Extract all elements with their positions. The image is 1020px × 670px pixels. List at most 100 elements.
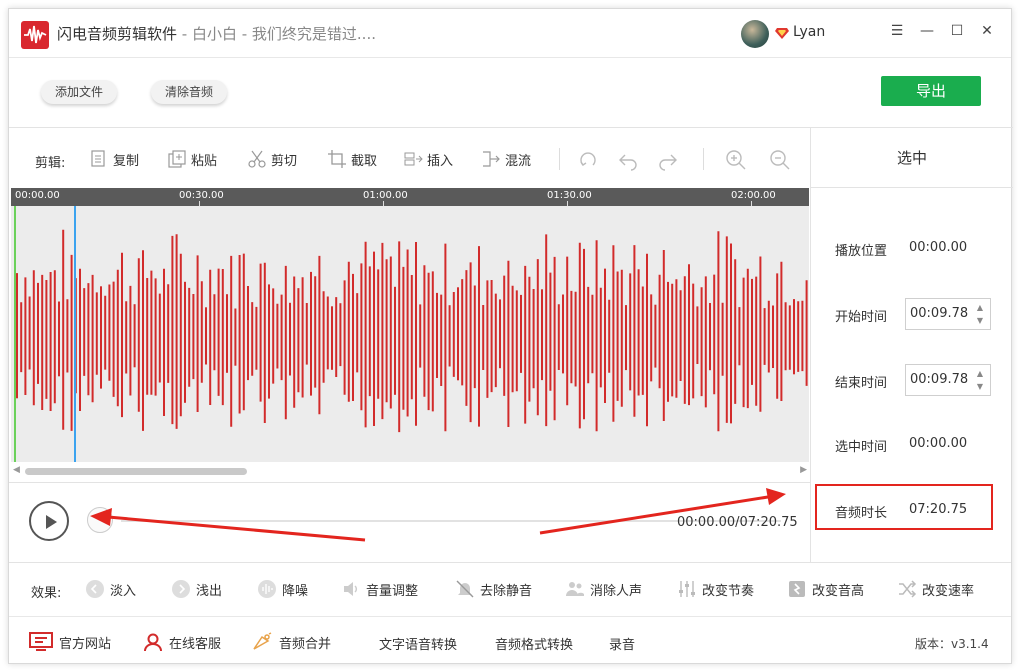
user-avatar[interactable] [741,20,769,48]
remove-vocals-button[interactable]: 消除人声 [565,578,642,600]
official-website-label: 官方网站 [59,636,112,652]
toolbar-divider [703,148,704,170]
playback-bar: 00:00.00/07:20.75 [9,482,811,563]
denoise-icon [258,580,276,598]
timeline-tick: 02:00.00 [731,190,776,201]
online-support-label: 在线客服 [169,636,222,652]
horizontal-scrollbar[interactable]: ◀ ▶ [11,464,809,478]
undo-icon[interactable] [617,149,639,171]
selected-time-value: 00:00.00 [909,436,968,451]
title-bar: 闪电音频剪辑软件 - 白小白 - 我们终究是错过.... Lyan ☰ — ☐ … [9,9,1011,57]
mix-button[interactable]: 混流 [481,148,531,170]
monitor-icon [29,632,53,651]
audio-merge-label: 音频合并 [279,636,332,652]
redo-icon[interactable] [657,149,679,171]
minimize-icon[interactable]: — [919,23,935,39]
pitch-icon [789,581,805,597]
denoise-button[interactable]: 降噪 [257,578,308,600]
zoom-in-icon[interactable] [725,149,747,171]
menu-icon[interactable]: ☰ [889,23,905,39]
remove-silence-button[interactable]: 去除静音 [455,578,532,600]
audio-merge-link[interactable]: 音频合并 [251,632,331,652]
vip-diamond-icon [775,28,789,39]
mute-bell-icon [456,580,474,598]
denoise-label: 降噪 [282,583,309,599]
mix-label: 混流 [505,153,532,169]
scroll-left-icon[interactable]: ◀ [13,465,20,475]
editor-area: 剪辑: 复制 粘贴 剪切 截取 插入 混流 00:00.00 00:30.00 … [9,127,811,562]
cut-label: 剪切 [271,153,298,169]
volume-adjust-label: 音量调整 [366,583,419,599]
duration-label: 音频时长 [835,506,888,521]
paste-icon [168,150,186,168]
scroll-right-icon[interactable]: ▶ [800,465,807,475]
online-support-link[interactable]: 在线客服 [143,632,221,652]
format-convert-link[interactable]: 音频格式转换 [495,634,573,653]
end-time-label: 结束时间 [835,376,888,391]
text-to-speech-link[interactable]: 文字语音转换 [379,634,457,653]
copy-label: 复制 [113,153,140,169]
insert-button[interactable]: 插入 [403,148,453,170]
selection-panel: 选中 播放位置 00:00.00 开始时间 00:09.78 ▲ ▼ 结束时间 … [811,127,1013,562]
username[interactable]: Lyan [793,24,825,40]
fade-out-button[interactable]: 浅出 [171,578,222,600]
action-bar: 添加文件 清除音频 导出 [9,57,1011,127]
end-time-stepper[interactable]: 00:09.78 ▲ ▼ [905,364,991,396]
play-button[interactable] [29,501,69,541]
waveform [16,229,808,433]
record-link[interactable]: 录音 [609,634,635,653]
start-time-value[interactable]: 00:09.78 [910,306,968,321]
increment-icon[interactable]: ▲ [974,368,986,380]
selection-start-marker[interactable] [14,206,16,462]
play-position-label: 播放位置 [835,244,888,259]
merge-icon [253,632,272,650]
playhead[interactable] [74,206,76,462]
paste-button[interactable]: 粘贴 [167,148,217,170]
speaker-icon [344,582,357,596]
official-website-link[interactable]: 官方网站 [29,632,111,652]
export-button[interactable]: 导出 [881,76,981,106]
timeline-ruler[interactable]: 00:00.00 00:30.00 01:00.00 01:30.00 02:0… [11,188,809,206]
scissors-icon [248,150,266,168]
change-tempo-button[interactable]: 改变节奏 [677,578,754,600]
add-file-button[interactable]: 添加文件 [41,80,118,104]
crop-button[interactable]: 截取 [327,148,377,170]
version-label: 版本：v3.1.4 [915,637,989,651]
end-time-value[interactable]: 00:09.78 [910,372,968,387]
app-name: 闪电音频剪辑软件 [57,25,178,43]
edit-toolbar: 剪辑: 复制 粘贴 剪切 截取 插入 混流 [9,128,811,188]
change-pitch-button[interactable]: 改变音高 [787,578,864,600]
loop-icon[interactable] [577,149,599,171]
change-tempo-label: 改变节奏 [702,583,755,599]
decrement-icon[interactable]: ▼ [974,381,986,393]
scrollbar-thumb[interactable] [25,468,247,475]
effects-label: 效果: [31,586,62,601]
remove-silence-label: 去除静音 [480,583,533,599]
app-logo [21,21,49,49]
close-icon[interactable]: ✕ [979,23,995,39]
change-pitch-label: 改变音高 [812,583,865,599]
insert-label: 插入 [427,153,454,169]
fade-in-button[interactable]: 淡入 [85,578,136,600]
effects-bar: 效果: 淡入 浅出 降噪 音量调整 去除静音 消除人声 改变节奏 改变音高 改变… [9,562,1011,616]
copy-button[interactable]: 复制 [89,148,139,170]
decrement-icon[interactable]: ▼ [974,315,986,327]
maximize-icon[interactable]: ☐ [949,23,965,39]
fade-out-label: 浅出 [196,583,223,599]
clear-audio-button[interactable]: 清除音频 [151,80,228,104]
progress-handle[interactable] [87,507,113,533]
change-speed-label: 改变速率 [922,583,975,599]
increment-icon[interactable]: ▲ [974,302,986,314]
volume-adjust-button[interactable]: 音量调整 [341,578,418,600]
zoom-out-icon[interactable] [769,149,791,171]
waveform-display[interactable] [11,206,809,462]
timeline-tick: 01:00.00 [363,190,408,201]
remove-vocals-label: 消除人声 [590,583,643,599]
sliders-icon [679,581,695,597]
toolbar-divider [559,148,560,170]
cut-button[interactable]: 剪切 [247,148,297,170]
start-time-stepper[interactable]: 00:09.78 ▲ ▼ [905,298,991,330]
change-speed-button[interactable]: 改变速率 [897,578,974,600]
timeline-tick: 00:30.00 [179,190,224,201]
window-title: 闪电音频剪辑软件 - 白小白 - 我们终究是错过.... [57,23,376,44]
